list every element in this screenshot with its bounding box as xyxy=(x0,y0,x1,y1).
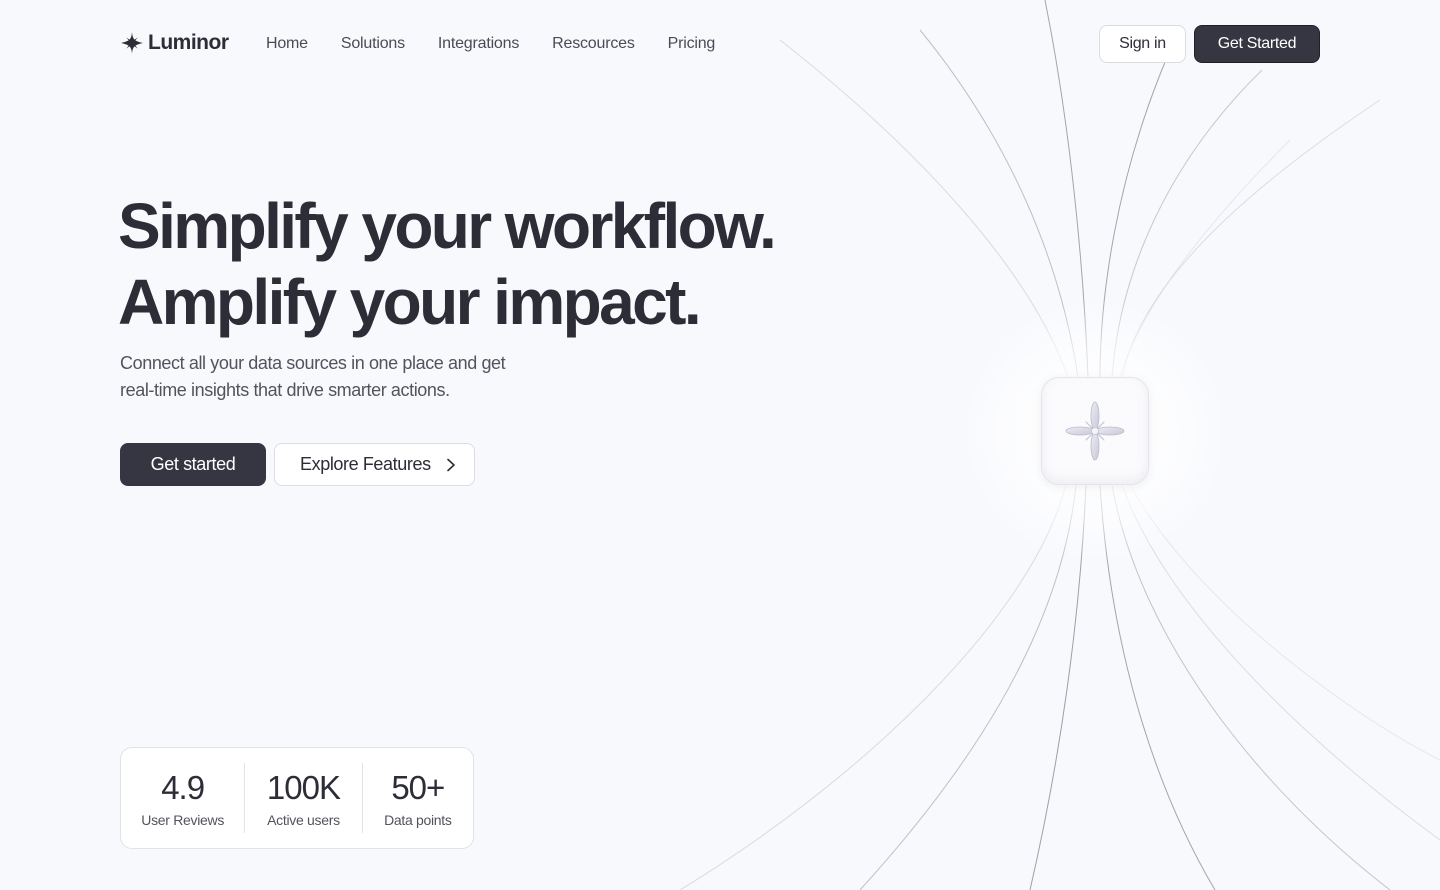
top-navigation: Luminor Home Solutions Integrations Resc… xyxy=(120,25,1320,63)
stat-value: 50+ xyxy=(391,769,445,806)
nav-link-solutions[interactable]: Solutions xyxy=(341,35,405,53)
nav-link-integrations[interactable]: Integrations xyxy=(438,35,519,53)
explore-features-label: Explore Features xyxy=(300,454,431,474)
sign-in-button[interactable]: Sign in xyxy=(1099,25,1186,63)
subtext-line-2: real-time insights that drive smarter ac… xyxy=(120,380,450,400)
hero-headline: Simplify your workflow. Amplify your imp… xyxy=(118,188,777,340)
headline-line-2: Amplify your impact. xyxy=(118,266,702,338)
stat-value: 100K xyxy=(266,769,341,806)
landing-page: Luminor Home Solutions Integrations Resc… xyxy=(0,0,1440,890)
subtext-line-1: Connect all your data sources in one pla… xyxy=(120,353,506,373)
headline-line-1: Simplify your workflow. xyxy=(118,190,777,262)
nav-get-started-button[interactable]: Get Started xyxy=(1194,25,1320,63)
stat-label: Active users xyxy=(267,812,340,828)
chevron-right-icon xyxy=(447,458,455,472)
stat-value: 4.9 xyxy=(161,769,205,806)
explore-features-button[interactable]: Explore Features xyxy=(274,443,475,486)
nav-link-home[interactable]: Home xyxy=(266,35,308,53)
hub-tile xyxy=(1041,377,1149,485)
hero-get-started-button[interactable]: Get started xyxy=(120,443,266,486)
nav-link-resources[interactable]: Rescources xyxy=(552,35,635,53)
stat-label: User Reviews xyxy=(141,812,225,828)
stat-active-users: 100K Active users xyxy=(245,763,361,833)
hero-subtext: Connect all your data sources in one pla… xyxy=(120,350,550,404)
brand-logo[interactable]: Luminor xyxy=(120,31,229,55)
stat-user-reviews: 4.9 User Reviews xyxy=(121,763,244,833)
stat-data-points: 50+ Data points xyxy=(363,763,473,833)
nav-link-pricing[interactable]: Pricing xyxy=(668,35,716,53)
sparkle-hub-icon xyxy=(1065,401,1125,461)
sparkle-logo-icon xyxy=(121,32,143,54)
stats-card: 4.9 User Reviews 100K Active users 50+ D… xyxy=(120,747,474,849)
nav-links: Home Solutions Integrations Rescources P… xyxy=(266,35,748,53)
brand-name: Luminor xyxy=(148,31,229,54)
stat-label: Data points xyxy=(384,812,452,828)
